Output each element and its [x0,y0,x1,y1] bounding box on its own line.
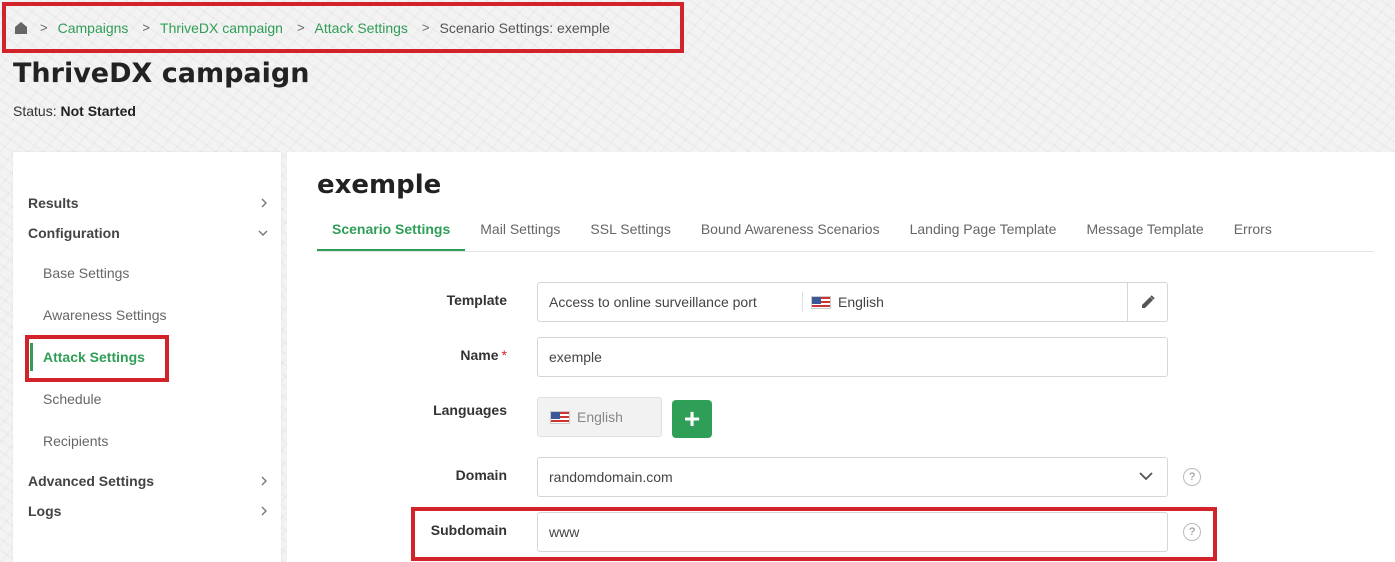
domain-select[interactable]: randomdomain.com [537,457,1168,497]
sidebar-item-label: Advanced Settings [28,473,155,489]
domain-label: Domain [455,467,507,483]
status-line: Status: Not Started [13,103,136,119]
sidebar-item-label: Logs [28,503,62,519]
sidebar-item-schedule[interactable]: Schedule [43,391,243,407]
chevron-right-icon [261,476,267,486]
sidebar: Results Configuration Base Settings Awar… [13,152,281,562]
sidebar-item-recipients[interactable]: Recipients [43,433,243,449]
sidebar-item-label: Recipients [43,433,109,449]
status-label: Status: [13,103,57,119]
home-icon[interactable] [14,21,28,35]
page-title: ThriveDX campaign [13,58,310,89]
divider [802,292,803,312]
language-chip-english[interactable]: English [537,397,662,437]
domain-value: randomdomain.com [549,469,673,485]
sidebar-item-label: Attack Settings [43,349,145,365]
status-value: Not Started [60,103,136,119]
required-marker: * [501,347,507,363]
template-field[interactable]: Access to online surveillance port Engli… [537,282,1168,322]
breadcrumb-campaigns[interactable]: Campaigns [58,20,129,36]
tab-landing-page-template[interactable]: Landing Page Template [895,212,1072,251]
scenario-title: exemple [317,170,442,200]
sidebar-item-base-settings[interactable]: Base Settings [43,265,243,281]
sidebar-item-label: Configuration [28,225,120,241]
languages-label: Languages [433,402,507,418]
name-label: Name * [317,347,507,363]
subdomain-value: www [549,524,580,540]
name-value: exemple [549,349,602,365]
subdomain-help-icon[interactable]: ? [1183,523,1201,541]
language-chip-label: English [577,409,623,425]
chevron-right-icon [261,506,267,516]
breadcrumb-separator: > [296,20,305,35]
edit-template-button[interactable] [1127,283,1167,321]
us-flag-icon [550,410,570,424]
subdomain-input[interactable]: www [537,512,1168,552]
breadcrumb: > Campaigns > ThriveDX campaign > Attack… [2,2,684,53]
tab-bar: Scenario Settings Mail Settings SSL Sett… [317,212,1374,252]
domain-help-icon[interactable]: ? [1183,468,1201,486]
breadcrumb-campaign[interactable]: ThriveDX campaign [160,20,283,36]
sidebar-item-label: Base Settings [43,265,130,281]
add-language-button[interactable]: + [672,400,712,438]
chevron-down-icon [258,230,268,236]
breadcrumb-separator: > [40,20,48,35]
sidebar-item-label: Schedule [43,391,102,407]
sidebar-item-label: Results [28,195,79,211]
name-input[interactable]: exemple [537,337,1168,377]
template-language: English [838,294,884,310]
active-indicator [30,343,33,371]
subdomain-label: Subdomain [430,522,507,538]
sidebar-item-awareness-settings[interactable]: Awareness Settings [43,307,243,323]
sidebar-item-attack-settings[interactable]: Attack Settings [43,349,243,365]
us-flag-icon [811,295,831,309]
tab-message-template[interactable]: Message Template [1071,212,1218,251]
name-label-text: Name [460,347,499,363]
breadcrumb-attack-settings[interactable]: Attack Settings [315,20,408,36]
sidebar-item-configuration[interactable]: Configuration [28,225,268,241]
sidebar-item-results[interactable]: Results [28,195,268,211]
sidebar-item-logs[interactable]: Logs [28,503,268,519]
sidebar-item-label: Awareness Settings [43,307,167,323]
chevron-right-icon [261,198,267,208]
tab-mail-settings[interactable]: Mail Settings [465,212,575,251]
pencil-icon [1141,295,1155,308]
breadcrumb-current: Scenario Settings: exemple [439,19,610,36]
tab-scenario-settings[interactable]: Scenario Settings [317,212,466,251]
template-value: Access to online surveillance port [549,294,757,310]
chevron-down-icon [1139,472,1153,481]
breadcrumb-separator: > [142,20,151,35]
template-label: Template [446,292,507,308]
main-panel: exemple Scenario Settings Mail Settings … [287,152,1395,562]
tab-errors[interactable]: Errors [1219,212,1287,251]
tab-bound-awareness-scenarios[interactable]: Bound Awareness Scenarios [686,212,895,251]
breadcrumb-separator: > [421,20,430,35]
tab-ssl-settings[interactable]: SSL Settings [575,212,685,251]
sidebar-item-advanced-settings[interactable]: Advanced Settings [28,473,268,489]
